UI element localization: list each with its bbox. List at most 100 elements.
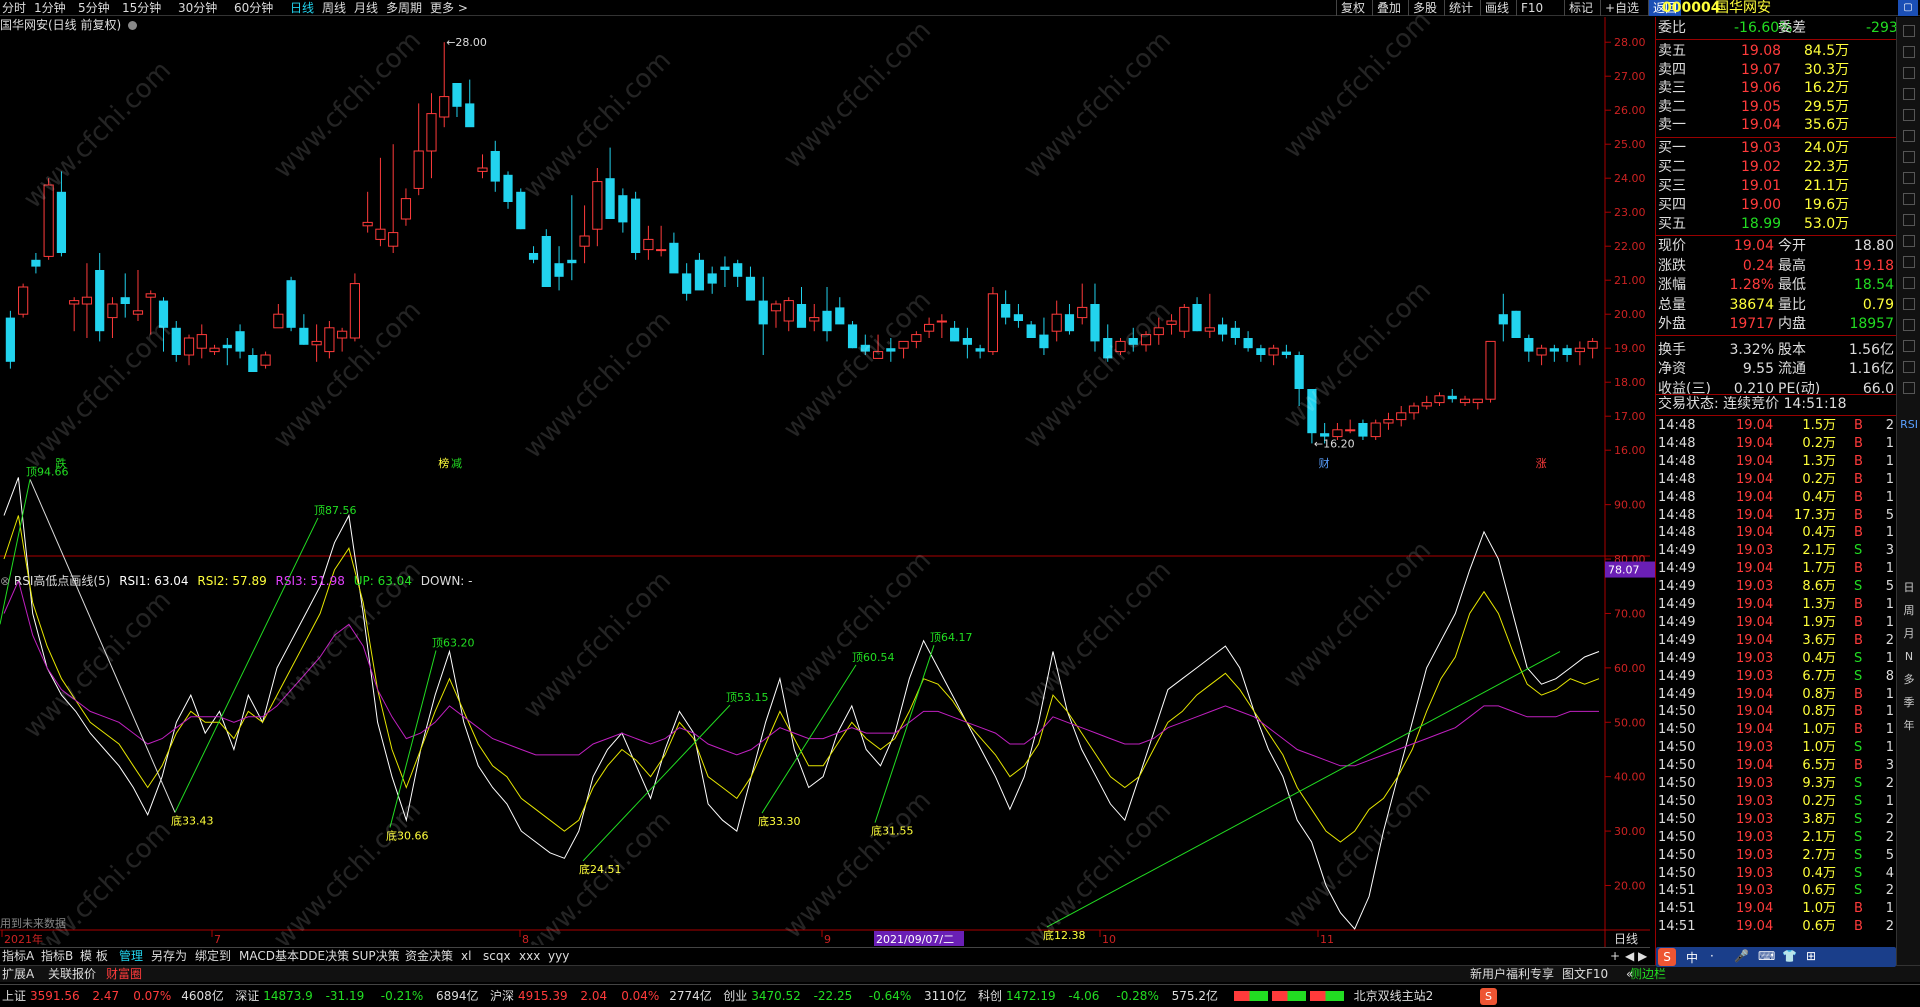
ext-tab-1[interactable]: 关联报价 [48, 966, 96, 983]
period-4[interactable]: 30分钟 [178, 0, 217, 16]
indicator-tab-11[interactable]: scqx [483, 948, 511, 965]
side-tool-icon[interactable] [1903, 46, 1915, 58]
side-tool-icon[interactable] [1903, 151, 1915, 163]
period-7[interactable]: 周线 [322, 0, 346, 16]
ime-icon[interactable]: 👕 [1782, 949, 1797, 963]
add-tab-icon[interactable]: + [1610, 948, 1620, 965]
ime-icon[interactable]: · [1710, 949, 1714, 963]
side-tool-icon[interactable] [1903, 382, 1915, 394]
chart-area[interactable]: 28.00 27.00 26.00 25.00 24.00 23.00 22.00 21.00… [0, 17, 1655, 947]
side-tool-icon[interactable] [1903, 319, 1915, 331]
ime-icon[interactable]: 中 [1686, 949, 1698, 966]
side-tool-icon[interactable] [1903, 340, 1915, 352]
side-tool-icon[interactable] [1903, 193, 1915, 205]
period-10[interactable]: 更多 > [430, 0, 468, 16]
ask-row[interactable]: 卖五 19.08 84.5万 [1656, 42, 1896, 61]
toolbar-btn-3[interactable]: 统计 [1444, 0, 1477, 16]
side-label-2[interactable]: 周 [1900, 603, 1918, 619]
ask-row[interactable]: 卖二 19.05 29.5万 [1656, 98, 1896, 117]
ext-right-2[interactable]: 侧边栏 [1630, 966, 1666, 983]
indicator-tab-1[interactable]: 指标B [41, 948, 73, 965]
ime-logo-icon[interactable]: S [1658, 948, 1676, 966]
event-mark[interactable]: 减 [451, 457, 462, 470]
side-label-7[interactable]: 年 [1900, 718, 1918, 734]
indicator-tab-7[interactable]: DDE决策 [299, 948, 349, 965]
ask-row[interactable]: 卖四 19.07 30.3万 [1656, 61, 1896, 80]
indicator-tab-2[interactable]: 模 板 [80, 948, 108, 965]
indicator-tab-4[interactable]: 另存为 [151, 948, 187, 965]
index-name[interactable]: 上证 [2, 985, 26, 1007]
toolbar-btn-0[interactable]: 复权 [1336, 0, 1369, 16]
period-3[interactable]: 15分钟 [122, 0, 161, 16]
ask-row[interactable]: 卖三 19.06 16.2万 [1656, 79, 1896, 98]
toolbar-btn-1[interactable]: 叠加 [1372, 0, 1405, 16]
indicator-tab-13[interactable]: yyy [548, 948, 569, 965]
side-label-3[interactable]: 月 [1900, 626, 1918, 642]
event-mark[interactable]: 榜 [438, 456, 449, 470]
side-tool-icon[interactable] [1903, 25, 1915, 37]
side-tool-icon[interactable] [1903, 109, 1915, 121]
scroll-left-icon[interactable]: ◀ [1625, 948, 1634, 965]
bid-row[interactable]: 买五 18.99 53.0万 [1656, 215, 1896, 234]
ime-icon[interactable]: ⊞ [1806, 949, 1816, 963]
indicator-tab-0[interactable]: 指标A [2, 948, 34, 965]
ask-row[interactable]: 卖一 19.04 35.6万 [1656, 116, 1896, 135]
toolbar-btn-7[interactable]: +自选 [1600, 0, 1643, 16]
toolbar-btn-2[interactable]: 多股 [1408, 0, 1441, 16]
side-label-1[interactable]: 日 [1900, 580, 1918, 596]
toolbar-btn-4[interactable]: 画线 [1480, 0, 1513, 16]
ext-right-0[interactable]: 新用户福利专享 [1470, 966, 1554, 983]
period-9[interactable]: 多周期 [386, 0, 422, 16]
ext-right-1[interactable]: 图文F10 [1562, 966, 1608, 983]
toolbar-btn-5[interactable]: F10 [1516, 0, 1547, 16]
indicator-tab-12[interactable]: xxx [519, 948, 540, 965]
period-6[interactable]: 日线 [290, 0, 314, 16]
period-5[interactable]: 60分钟 [234, 0, 273, 16]
ime-tray-icon[interactable]: S [1480, 988, 1497, 1005]
period-0[interactable]: 分时 [2, 0, 26, 16]
event-mark[interactable]: 财 [1319, 456, 1330, 470]
side-label-0[interactable]: RSI [1900, 417, 1918, 433]
period-1[interactable]: 1分钟 [34, 0, 66, 16]
index-name[interactable]: 沪深 [490, 985, 514, 1007]
ime-icon[interactable]: 🎤 [1734, 949, 1749, 963]
ext-tab-0[interactable]: 扩展A [2, 966, 34, 983]
bid-row[interactable]: 买二 19.02 22.3万 [1656, 158, 1896, 177]
indicator-tab-9[interactable]: 资金决策 [405, 948, 453, 965]
side-label-4[interactable]: N [1900, 649, 1918, 665]
bid-row[interactable]: 买一 19.03 24.0万 [1656, 139, 1896, 158]
index-name[interactable]: 创业 [723, 985, 747, 1007]
side-tool-icon[interactable] [1903, 298, 1915, 310]
indicator-tab-3[interactable]: 管理 [119, 948, 143, 965]
server-name[interactable]: 北京双线主站2 [1354, 985, 1434, 1007]
side-tool-icon[interactable] [1903, 277, 1915, 289]
indicator-tab-5[interactable]: 绑定到 [195, 948, 231, 965]
side-tool-icon[interactable] [1903, 67, 1915, 79]
ime-toolbar[interactable]: S 中 · 🎤 ⌨ 👕 ⊞ [1656, 947, 1896, 967]
indicator-tab-6[interactable]: MACD基本 [239, 948, 299, 965]
bid-row[interactable]: 买四 19.00 19.6万 [1656, 196, 1896, 215]
side-tool-icon[interactable] [1903, 361, 1915, 373]
side-tool-icon[interactable] [1903, 235, 1915, 247]
index-name[interactable]: 深证 [235, 985, 259, 1007]
side-tool-icon[interactable] [1903, 256, 1915, 268]
maximize-icon[interactable]: ▢ [1898, 0, 1918, 16]
side-tool-icon[interactable] [1903, 130, 1915, 142]
side-tool-icon[interactable] [1903, 88, 1915, 100]
sidebar-expand-icon[interactable]: « [1626, 966, 1633, 983]
bid-row[interactable]: 买三 19.01 21.1万 [1656, 177, 1896, 196]
event-mark[interactable]: 涨 [1536, 457, 1547, 470]
indicator-tab-10[interactable]: xl [461, 948, 471, 965]
scroll-right-icon[interactable]: ▶ [1638, 948, 1647, 965]
ime-icon[interactable]: ⌨ [1758, 949, 1775, 963]
period-8[interactable]: 月线 [354, 0, 378, 16]
legend-close-icon[interactable]: ⊗ [0, 574, 14, 588]
period-2[interactable]: 5分钟 [78, 0, 110, 16]
toolbar-btn-6[interactable]: 标记 [1564, 0, 1597, 16]
index-name[interactable]: 科创 [978, 985, 1002, 1007]
side-tool-icon[interactable] [1903, 214, 1915, 226]
indicator-tab-8[interactable]: SUP决策 [352, 948, 400, 965]
side-label-5[interactable]: 多 [1900, 672, 1918, 688]
side-tool-icon[interactable] [1903, 172, 1915, 184]
side-label-6[interactable]: 季 [1900, 695, 1918, 711]
